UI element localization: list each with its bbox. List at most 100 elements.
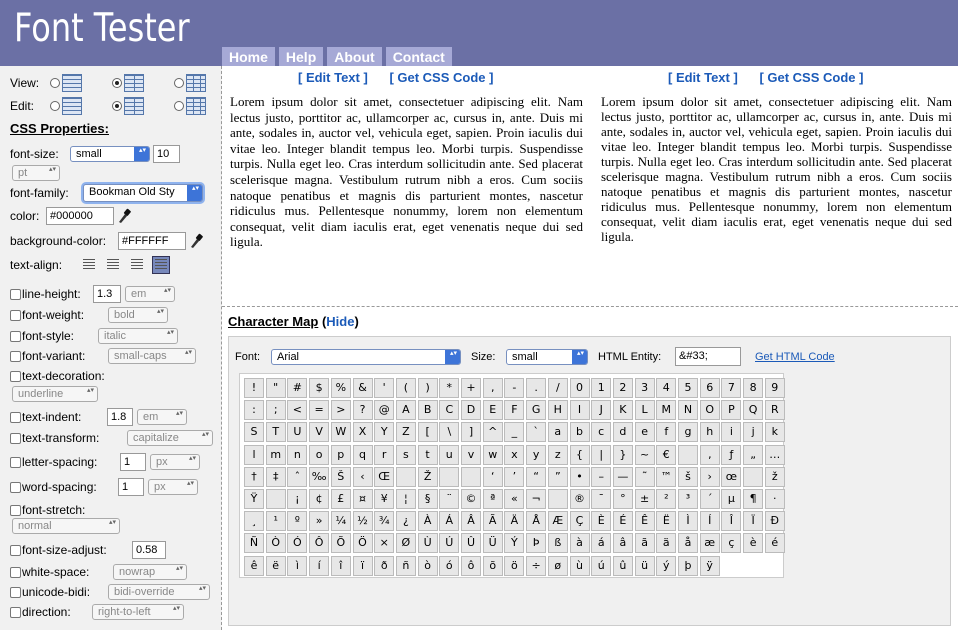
char-cell[interactable]: 7	[721, 378, 742, 398]
word-spacing-input[interactable]: 1	[118, 478, 144, 496]
char-cell[interactable]: +	[461, 378, 481, 398]
char-cell[interactable]: d	[612, 422, 633, 443]
char-cell[interactable]: T	[265, 422, 286, 443]
char-cell[interactable]: ˆ	[287, 466, 308, 487]
char-cell[interactable]: ¢	[309, 489, 330, 509]
char-cell[interactable]: Ø	[395, 533, 416, 554]
char-cell[interactable]: p	[330, 444, 351, 465]
char-cell[interactable]: f	[656, 422, 677, 443]
char-cell[interactable]: ã	[634, 533, 655, 554]
char-cell[interactable]: ú	[591, 555, 612, 576]
white-space-select[interactable]: nowrap	[113, 564, 187, 580]
char-cell[interactable]: ‰	[309, 466, 330, 487]
char-cell[interactable]: Œ	[374, 466, 395, 487]
char-cell[interactable]: í	[309, 555, 330, 576]
char-cell[interactable]: \	[439, 422, 460, 443]
char-cell[interactable]: Ò	[265, 533, 286, 554]
char-cell[interactable]: ý	[656, 555, 677, 576]
char-cell[interactable]: Â	[461, 511, 481, 532]
background-color-input[interactable]: #FFFFFF	[118, 232, 186, 250]
char-cell[interactable]: )	[417, 378, 438, 398]
char-cell[interactable]: Ÿ	[244, 489, 264, 509]
char-cell[interactable]: 4	[656, 378, 677, 398]
char-cell[interactable]: ƒ	[721, 444, 742, 465]
char-cell[interactable]: K	[612, 400, 633, 421]
char-cell[interactable]: /	[547, 378, 568, 398]
char-cell[interactable]: q	[352, 444, 373, 465]
char-cell[interactable]: L	[634, 400, 655, 421]
char-cell[interactable]: „	[743, 444, 764, 465]
char-cell[interactable]: 1	[591, 378, 612, 398]
line-height-unit-select[interactable]: em	[125, 286, 175, 302]
char-cell[interactable]: Ð	[764, 511, 785, 532]
text-transform-select[interactable]: capitalize	[127, 430, 213, 446]
char-cell[interactable]: Ý	[504, 533, 525, 554]
char-cell[interactable]: õ	[482, 555, 503, 576]
char-cell[interactable]: ©	[461, 489, 481, 509]
char-cell[interactable]	[439, 466, 460, 487]
font-size-adjust-input[interactable]: 0.58	[132, 541, 166, 559]
char-cell[interactable]: -	[504, 378, 525, 398]
char-cell[interactable]: I	[569, 400, 590, 421]
char-cell[interactable]: Ó	[287, 533, 308, 554]
char-cell[interactable]: ›	[699, 466, 720, 487]
char-cell[interactable]: #	[287, 378, 308, 398]
tab-contact[interactable]: Contact	[385, 47, 452, 66]
char-cell[interactable]: >	[330, 400, 351, 421]
char-cell[interactable]: S	[244, 422, 264, 443]
char-cell[interactable]: 2	[612, 378, 633, 398]
char-cell[interactable]: €	[656, 444, 677, 465]
char-cell[interactable]: ï	[352, 555, 373, 576]
font-size-select[interactable]: small	[70, 146, 150, 162]
char-cell[interactable]: ª	[482, 489, 503, 509]
char-cell[interactable]: œ	[721, 466, 742, 487]
char-cell[interactable]	[265, 489, 286, 509]
char-cell[interactable]: J	[591, 400, 612, 421]
char-cell[interactable]: {	[569, 444, 590, 465]
char-cell[interactable]: à	[569, 533, 590, 554]
char-cell[interactable]: G	[526, 400, 547, 421]
char-cell[interactable]: ß	[547, 533, 568, 554]
char-cell[interactable]: ¿	[395, 511, 416, 532]
char-cell[interactable]: ®	[569, 489, 590, 509]
get-css-link-left[interactable]: [ Get CSS Code ]	[389, 70, 493, 85]
char-cell[interactable]: å	[678, 533, 698, 554]
char-cell[interactable]: B	[417, 400, 438, 421]
char-cell[interactable]: ¬	[526, 489, 547, 509]
font-size-adjust-checkbox[interactable]	[10, 544, 21, 556]
font-style-checkbox[interactable]	[10, 330, 21, 342]
char-cell[interactable]: X	[352, 422, 373, 443]
char-cell[interactable]: î	[330, 555, 351, 576]
char-cell[interactable]: M	[656, 400, 677, 421]
font-variant-checkbox[interactable]	[10, 350, 21, 362]
font-size-unit-select[interactable]: pt	[12, 165, 60, 181]
char-cell[interactable]: ^	[482, 422, 503, 443]
char-cell[interactable]: Ë	[656, 511, 677, 532]
eyedropper-icon[interactable]	[189, 233, 203, 249]
char-cell[interactable]: ¨	[439, 489, 460, 509]
char-cell[interactable]: ò	[417, 555, 438, 576]
font-family-select[interactable]: Bookman Old Sty	[83, 184, 203, 202]
char-cell[interactable]: ;	[265, 400, 286, 421]
char-cell[interactable]: ê	[244, 555, 264, 576]
white-space-checkbox[interactable]	[10, 566, 21, 578]
char-cell[interactable]: Ä	[504, 511, 525, 532]
view-radio-2[interactable]	[112, 78, 122, 88]
char-cell[interactable]: ,	[482, 378, 503, 398]
font-stretch-checkbox[interactable]	[10, 504, 21, 516]
char-cell[interactable]: E	[482, 400, 503, 421]
char-cell[interactable]: ?	[352, 400, 373, 421]
char-cell[interactable]: —	[612, 466, 633, 487]
char-cell[interactable]: Þ	[526, 533, 547, 554]
tab-help[interactable]: Help	[278, 47, 324, 66]
char-cell[interactable]: »	[309, 511, 330, 532]
char-cell[interactable]: ì	[287, 555, 308, 576]
view-radio-3[interactable]	[174, 78, 184, 88]
get-css-link-right[interactable]: [ Get CSS Code ]	[759, 70, 863, 85]
char-cell[interactable]: 0	[569, 378, 590, 398]
text-decoration-checkbox[interactable]	[10, 370, 21, 382]
text-decoration-select[interactable]: underline	[12, 386, 98, 402]
char-cell[interactable]: ü	[634, 555, 655, 576]
char-cell[interactable]: n	[287, 444, 308, 465]
char-cell[interactable]: A	[395, 400, 416, 421]
